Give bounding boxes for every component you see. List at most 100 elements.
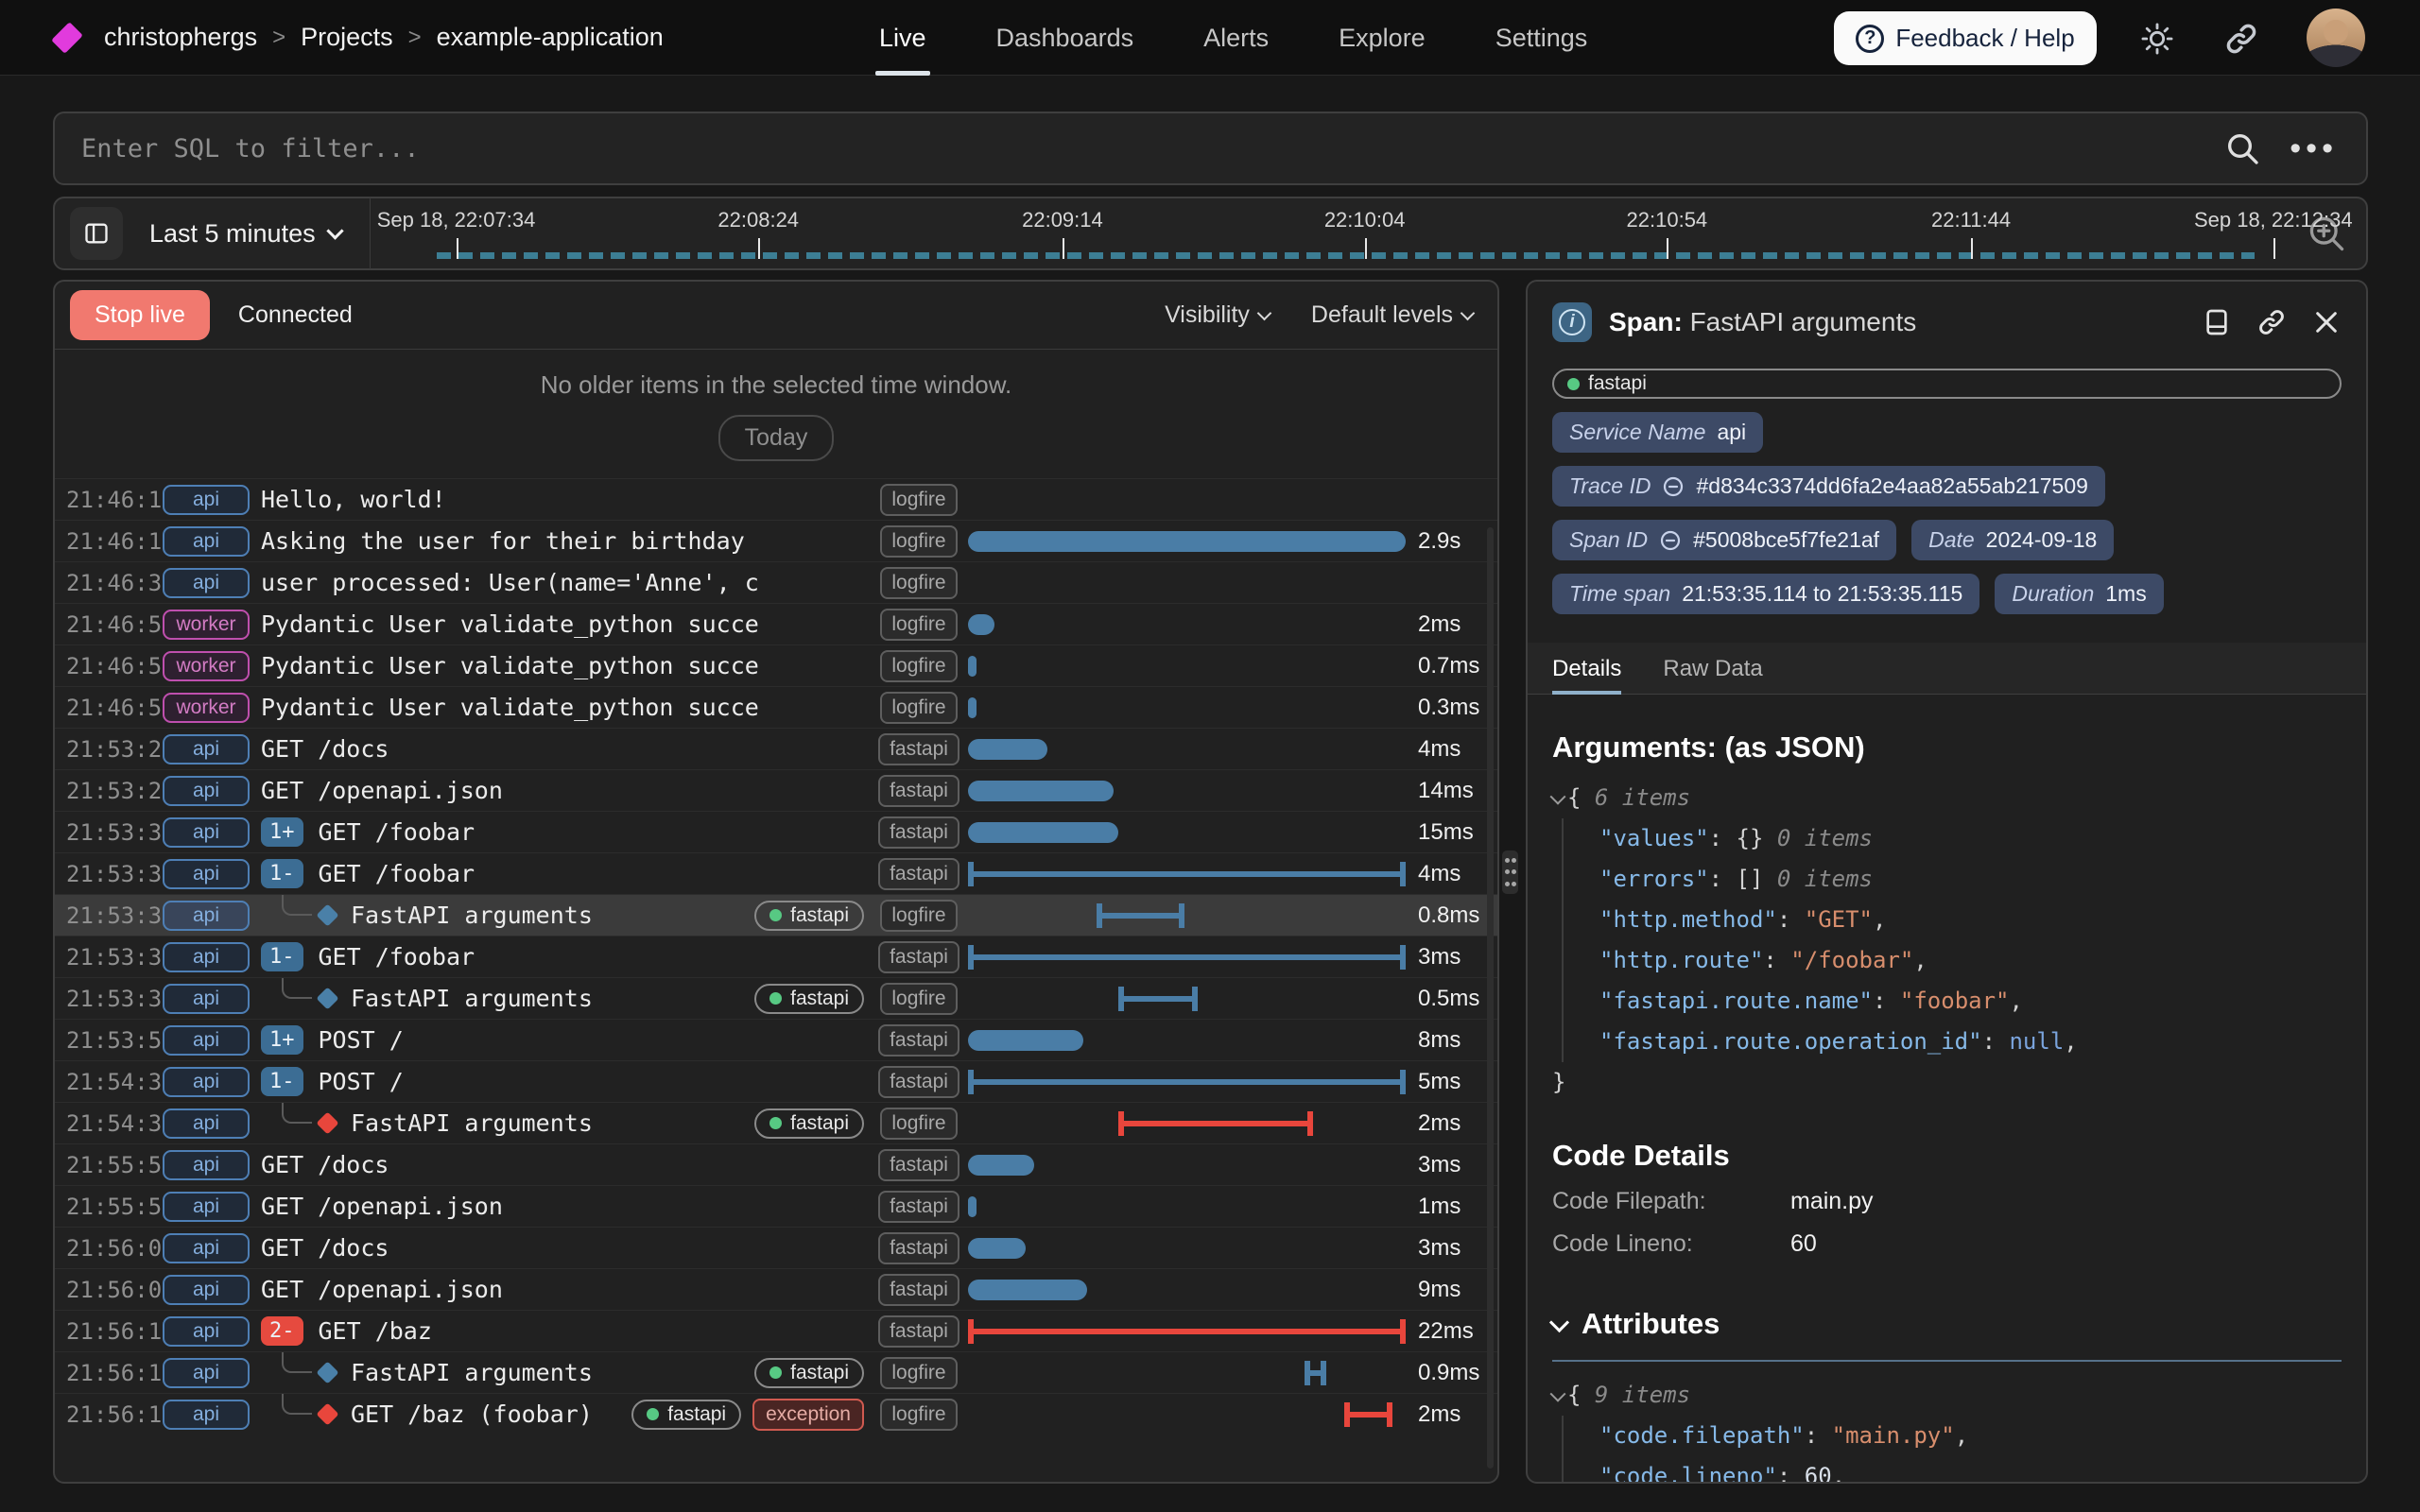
drawer-view-icon[interactable] <box>2202 307 2232 337</box>
row-message: Pydantic User validate_python succe <box>261 610 759 638</box>
stop-live-button[interactable]: Stop live <box>70 290 210 340</box>
user-avatar[interactable] <box>2307 9 2365 67</box>
attributes-heading[interactable]: Attributes <box>1552 1307 2342 1341</box>
expand-collapse-chip[interactable]: 1+ <box>261 817 303 847</box>
timeline-track[interactable]: Sep 18, 22:07:3422:08:2422:09:1422:10:04… <box>380 198 2292 268</box>
duration-bar-track <box>968 1269 1410 1310</box>
row-content: 2-GET /baz <box>261 1311 864 1351</box>
log-row[interactable]: 21:56:09apiGET /openapi.jsonfastapi9ms <box>55 1268 1497 1310</box>
duration-bar <box>968 862 1406 886</box>
close-icon[interactable] <box>2311 307 2342 337</box>
json-line: "code.lineno": 60, <box>1562 1456 2342 1484</box>
json-line: { 6 items <box>1552 778 2342 818</box>
log-row[interactable]: 21:46:19apiAsking the user for their bir… <box>55 520 1497 561</box>
nav-tab-explore[interactable]: Explore <box>1339 0 1426 76</box>
metadata-chip-span-id[interactable]: Span ID #5008bce5f7fe21af <box>1552 520 1896 560</box>
log-row[interactable]: 21:54:37api1-POST /fastapi5ms <box>55 1060 1497 1102</box>
timeline-baseline <box>437 252 2254 259</box>
breadcrumb-item[interactable]: example-application <box>437 23 664 52</box>
log-row[interactable]: 21:54:37apiFastAPI argumentsfastapilogfi… <box>55 1102 1497 1143</box>
feedback-help-button[interactable]: ? Feedback / Help <box>1834 11 2097 65</box>
row-content: GET /openapi.json <box>261 1269 864 1310</box>
environment-tag: api <box>161 568 251 598</box>
duration-bar-track <box>968 479 1410 520</box>
scope-badge: fastapi <box>870 941 968 973</box>
default-levels-dropdown[interactable]: Default levels <box>1311 301 1473 329</box>
duration-bar <box>968 531 1406 552</box>
nav-tab-settings[interactable]: Settings <box>1495 0 1588 76</box>
visibility-dropdown[interactable]: Visibility <box>1165 301 1270 329</box>
log-row[interactable]: 21:46:55workerPydantic User validate_pyt… <box>55 644 1497 686</box>
duration-bar-track <box>968 1186 1410 1227</box>
more-options-icon[interactable]: ••• <box>2290 139 2338 158</box>
breadcrumb-item[interactable]: Projects <box>301 23 393 52</box>
expand-collapse-chip[interactable]: 1- <box>261 942 303 971</box>
duration-bar-track <box>968 1394 1410 1435</box>
share-link-icon[interactable] <box>2223 21 2259 57</box>
chip-label: Span ID <box>1569 527 1648 553</box>
log-row[interactable]: 21:55:58apiGET /docsfastapi3ms <box>55 1143 1497 1185</box>
duration-bar-track <box>968 853 1410 894</box>
detail-header: i Span: FastAPI arguments <box>1552 302 2342 342</box>
search-icon[interactable] <box>2223 129 2261 167</box>
metadata-chip-trace-id[interactable]: Trace ID#d834c3374dd6fa2e4aa82a55ab21750… <box>1552 466 2105 507</box>
logfire-logo-icon[interactable] <box>51 22 83 54</box>
time-range-dropdown[interactable]: Last 5 minutes <box>149 219 341 249</box>
log-row[interactable]: 21:46:55workerPydantic User validate_pyt… <box>55 686 1497 728</box>
sidebar-toggle-button[interactable] <box>70 207 123 260</box>
duration-bar <box>1344 1402 1392 1427</box>
copy-link-icon[interactable] <box>2256 307 2287 337</box>
scope-badge: logfire <box>870 525 968 558</box>
log-row[interactable]: 21:55:58apiGET /openapi.jsonfastapi1ms <box>55 1185 1497 1227</box>
log-row[interactable]: 21:53:35apiFastAPI argumentsfastapilogfi… <box>55 894 1497 936</box>
log-row[interactable]: 21:53:28apiGET /openapi.jsonfastapi14ms <box>55 769 1497 811</box>
expand-collapse-chip[interactable]: 1+ <box>261 1025 303 1055</box>
nav-tab-alerts[interactable]: Alerts <box>1203 0 1269 76</box>
log-row[interactable]: 21:46:19apiHello, world!logfire <box>55 478 1497 520</box>
collapse-chevron-icon[interactable] <box>1550 789 1566 805</box>
scrollbar[interactable] <box>1487 527 1494 1469</box>
detail-tab-details[interactable]: Details <box>1552 656 1621 694</box>
log-row[interactable]: 21:53:56api1+POST /fastapi8ms <box>55 1019 1497 1060</box>
log-row[interactable]: 21:53:35api1-GET /foobarfastapi4ms <box>55 852 1497 894</box>
row-message: GET /baz (foobar) <box>351 1400 593 1428</box>
sql-filter-input[interactable] <box>55 134 2223 163</box>
duration-bar <box>968 1280 1087 1300</box>
nav-tab-dashboards[interactable]: Dashboards <box>996 0 1134 76</box>
expand-collapse-chip[interactable]: 2- <box>261 1316 303 1346</box>
log-row[interactable]: 21:53:35api1-GET /foobarfastapi3ms <box>55 936 1497 977</box>
log-row[interactable]: 21:46:55workerPydantic User validate_pyt… <box>55 603 1497 644</box>
expand-collapse-chip[interactable]: 1- <box>261 1067 303 1096</box>
collapse-chevron-icon[interactable] <box>1550 1386 1566 1402</box>
log-row[interactable]: 21:56:13api2-GET /bazfastapi22ms <box>55 1310 1497 1351</box>
row-content: FastAPI argumentsfastapi <box>261 978 864 1019</box>
environment-tag: worker <box>161 651 251 681</box>
expand-collapse-chip[interactable]: 1- <box>261 859 303 888</box>
theme-toggle-icon[interactable] <box>2139 21 2175 57</box>
detail-tab-raw-data[interactable]: Raw Data <box>1663 656 1762 694</box>
breadcrumb-item[interactable]: christophergs <box>104 23 257 52</box>
chip-value: api <box>1717 420 1746 445</box>
log-row[interactable]: 21:46:33apiuser processed: User(name='An… <box>55 561 1497 603</box>
log-row[interactable]: 21:53:28apiGET /docsfastapi4ms <box>55 728 1497 769</box>
log-row[interactable]: 21:53:35apiFastAPI argumentsfastapilogfi… <box>55 977 1497 1019</box>
chip-value: #5008bce5f7fe21af <box>1693 527 1879 553</box>
green-dot-icon <box>1567 378 1580 390</box>
log-row[interactable]: 21:53:33api1+GET /foobarfastapi15ms <box>55 811 1497 852</box>
log-row[interactable]: 21:56:13apiGET /baz (foobar)fastapiexcep… <box>55 1393 1497 1435</box>
row-message: GET /docs <box>261 735 389 763</box>
environment-tag: worker <box>161 610 251 640</box>
nav-tab-live[interactable]: Live <box>879 0 926 76</box>
scope-badge: logfire <box>870 609 968 641</box>
row-message: user processed: User(name='Anne', c <box>261 569 759 596</box>
panel-resize-handle[interactable] <box>1502 850 1518 894</box>
log-row[interactable]: 21:56:09apiGET /docsfastapi3ms <box>55 1227 1497 1268</box>
environment-tag: api <box>161 734 251 765</box>
today-button[interactable]: Today <box>718 415 835 461</box>
environment-tag: api <box>161 1233 251 1263</box>
environment-tag: api <box>161 1067 251 1097</box>
service-tag-pill: fastapi <box>754 1108 864 1139</box>
chip-label: Trace ID <box>1569 473 1651 499</box>
log-row[interactable]: 21:56:13apiFastAPI argumentsfastapilogfi… <box>55 1351 1497 1393</box>
row-duration: 5ms <box>1410 1069 1497 1095</box>
